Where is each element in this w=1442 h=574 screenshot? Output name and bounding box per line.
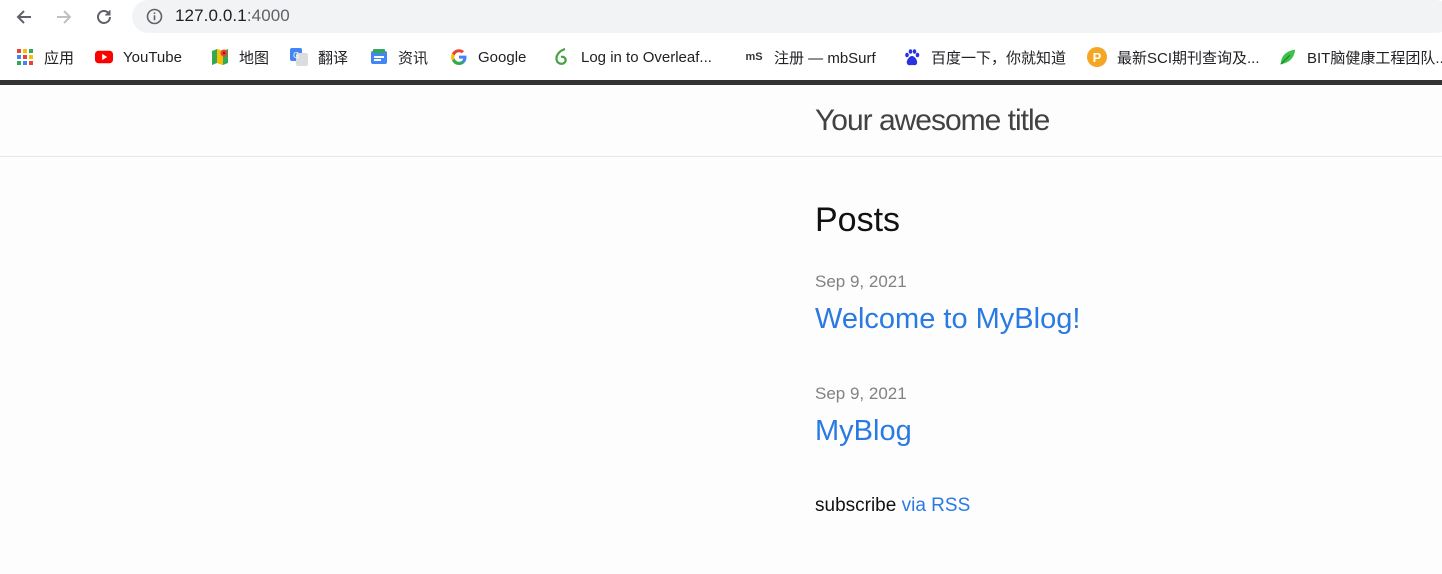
url-port: :4000 bbox=[246, 6, 290, 25]
back-button[interactable] bbox=[12, 5, 36, 29]
leaf-icon bbox=[1279, 48, 1297, 66]
bookmark-label: 翻译 bbox=[318, 49, 349, 67]
bookmark-label: 注册 — mbSurf bbox=[774, 49, 876, 67]
reload-button[interactable] bbox=[92, 5, 116, 29]
bookmark-news[interactable]: 资讯 bbox=[370, 46, 428, 68]
info-icon[interactable] bbox=[146, 8, 163, 25]
bookmark-label: 资讯 bbox=[398, 49, 429, 67]
bookmark-google[interactable]: Google bbox=[450, 46, 526, 68]
bookmark-mbsurf[interactable]: mS 注册 — mbSurf bbox=[744, 46, 876, 68]
news-icon bbox=[370, 48, 388, 66]
bookmark-label: Log in to Overleaf... bbox=[581, 48, 712, 66]
apps-grid-icon bbox=[16, 48, 34, 66]
mbsurf-icon: mS bbox=[745, 51, 763, 63]
bookmark-label: 百度一下，你就知道 bbox=[931, 49, 1067, 67]
bookmark-youtube[interactable]: YouTube bbox=[95, 46, 182, 68]
bookmark-baidu[interactable]: 百度一下，你就知道 bbox=[903, 46, 1066, 68]
maps-icon bbox=[211, 48, 229, 66]
url-host: 127.0.0.1 bbox=[175, 6, 247, 25]
svg-text:G: G bbox=[293, 51, 299, 60]
post-title-link[interactable]: Welcome to MyBlog! bbox=[815, 303, 1080, 336]
arrow-left-icon bbox=[16, 10, 31, 24]
site-title-link[interactable]: Your awesome title bbox=[815, 104, 1050, 138]
browser-toolbar: 127.0.0.1:4000 bbox=[0, 0, 1442, 34]
post-date: Sep 9, 2021 bbox=[815, 272, 907, 291]
bookmark-sci[interactable]: P 最新SCI期刊查询及... bbox=[1087, 46, 1260, 68]
url-text: 127.0.0.1:4000 bbox=[175, 6, 290, 26]
bookmark-translate[interactable]: G 翻译 bbox=[290, 46, 348, 68]
baidu-icon bbox=[903, 48, 921, 66]
arrow-right-icon bbox=[57, 10, 72, 24]
posts-heading: Posts bbox=[815, 201, 901, 239]
subscribe-text: subscribe bbox=[815, 495, 897, 516]
bookmark-label: Google bbox=[478, 48, 527, 66]
bookmark-label: BIT脑健康工程团队... bbox=[1307, 49, 1442, 67]
bookmark-label: YouTube bbox=[123, 48, 182, 66]
rss-link[interactable]: via RSS bbox=[902, 495, 971, 516]
rss-subscribe: subscribe via RSS bbox=[815, 495, 970, 517]
overleaf-icon bbox=[553, 48, 571, 66]
post-title-link[interactable]: MyBlog bbox=[815, 415, 912, 448]
bookmarks-bar: 应用 YouTube 地图 G 翻译 资讯 Google Log in to O… bbox=[0, 34, 1442, 80]
bookmark-label: 地图 bbox=[239, 49, 270, 67]
address-bar[interactable]: 127.0.0.1:4000 bbox=[132, 0, 1442, 33]
youtube-icon bbox=[95, 48, 113, 66]
bookmark-overleaf[interactable]: Log in to Overleaf... bbox=[553, 46, 712, 68]
p-badge-icon: P bbox=[1087, 47, 1107, 67]
bookmark-label: 最新SCI期刊查询及... bbox=[1117, 49, 1260, 67]
bookmark-apps[interactable]: 应用 bbox=[16, 46, 74, 68]
reload-icon bbox=[97, 10, 111, 24]
bookmark-label: 应用 bbox=[44, 49, 75, 67]
bookmark-maps[interactable]: 地图 bbox=[211, 46, 269, 68]
site-header: Your awesome title bbox=[0, 85, 1442, 157]
google-icon bbox=[450, 48, 468, 66]
translate-icon: G bbox=[290, 48, 308, 66]
bookmark-bit[interactable]: BIT脑健康工程团队... bbox=[1279, 46, 1442, 68]
post-date: Sep 9, 2021 bbox=[815, 384, 907, 403]
forward-button[interactable] bbox=[52, 5, 76, 29]
